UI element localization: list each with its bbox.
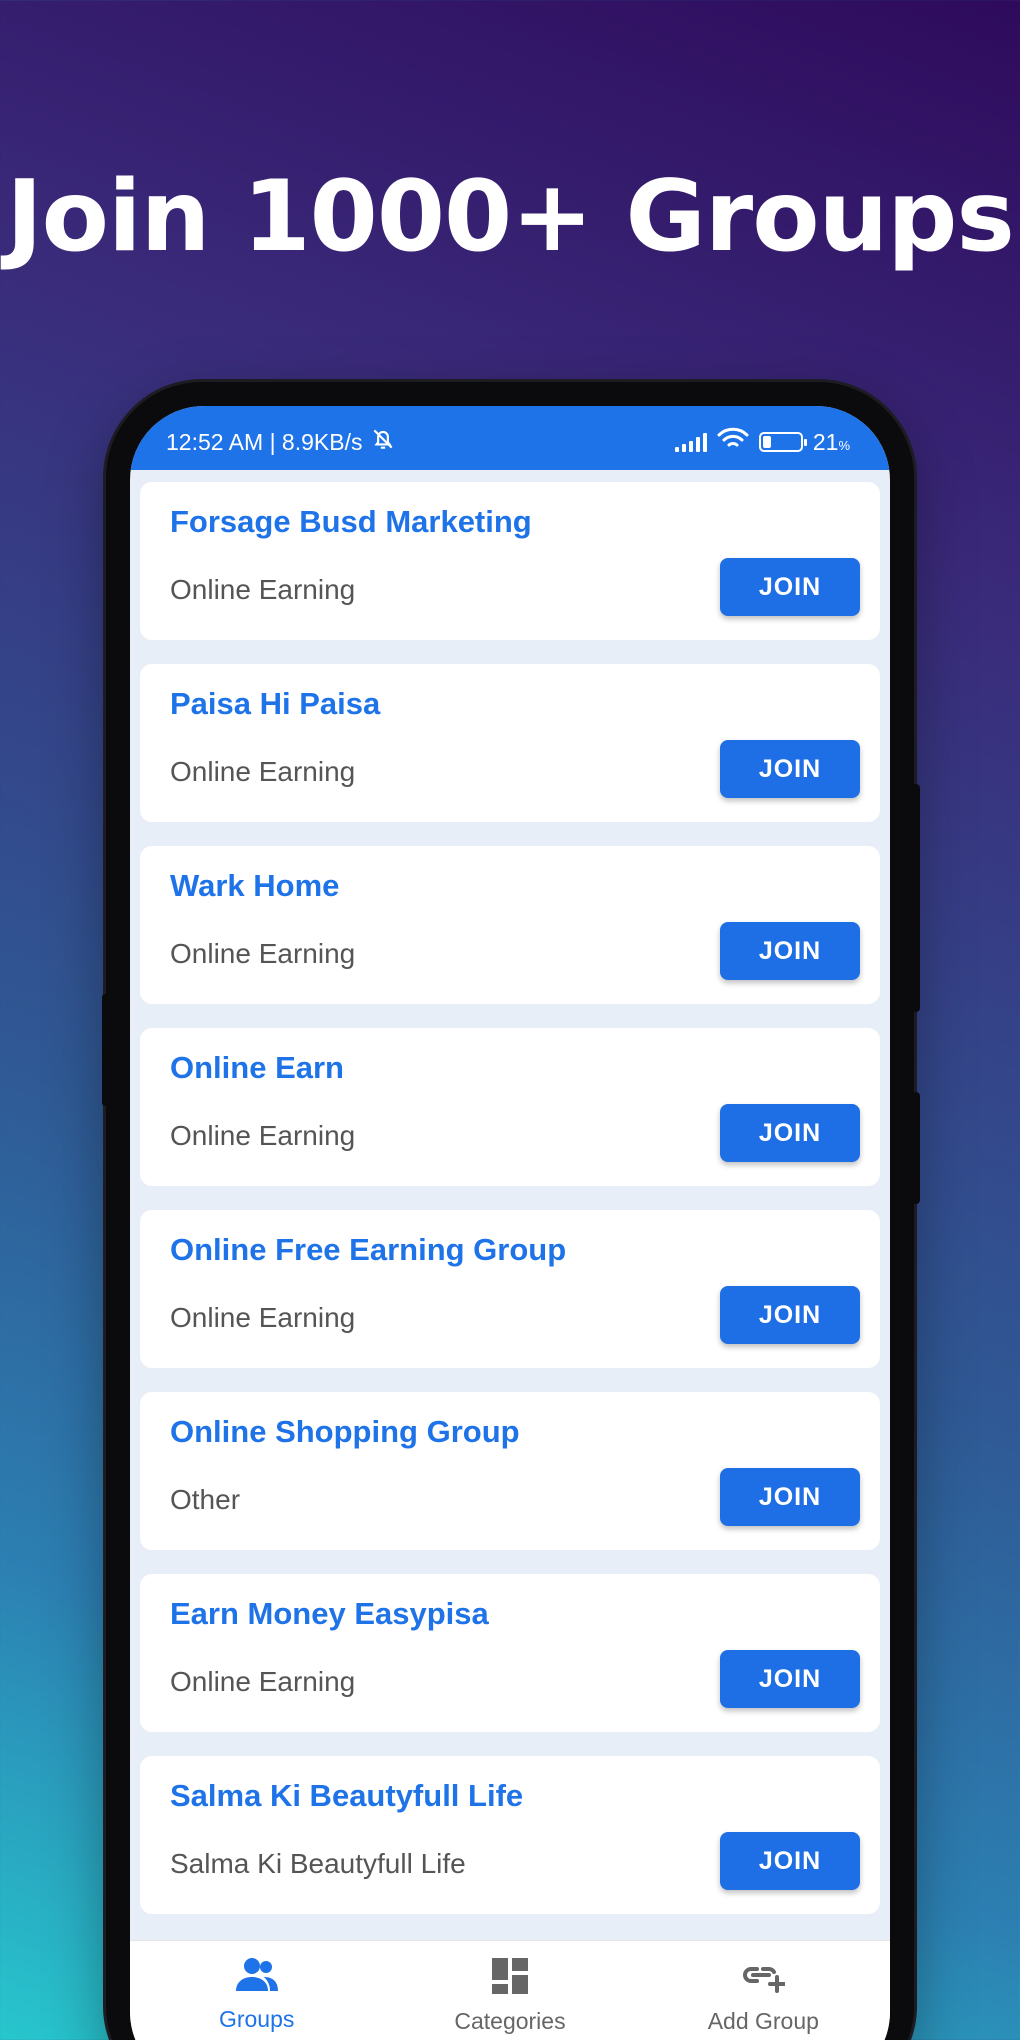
group-category: Other — [170, 1484, 241, 1515]
group-title: Forsage Busd Marketing — [170, 504, 532, 539]
group-title: Online Shopping Group — [170, 1414, 520, 1449]
group-title: Paisa Hi Paisa — [170, 686, 381, 721]
group-card[interactable]: Earn Money Easypisa Online Earning JOIN — [140, 1574, 880, 1732]
group-card[interactable]: Online Shopping Group Other JOIN — [140, 1392, 880, 1550]
group-category: Salma Ki Beautyfull Life — [170, 1848, 466, 1879]
group-card[interactable]: Salma Ki Beautyfull Life Salma Ki Beautyf… — [140, 1756, 880, 1914]
group-card[interactable]: Online Free Earning Group Online Earning J… — [140, 1210, 880, 1368]
group-card[interactable]: Paisa Hi Paisa Online Earning JOIN — [140, 664, 880, 822]
phone-volume-up — [912, 784, 920, 1012]
group-category: Online Earning — [170, 1120, 356, 1151]
group-category: Online Earning — [170, 756, 356, 787]
status-bar: 12:52 AM | 8.9KB/s 21% — [130, 406, 890, 470]
nav-label: Groups — [218, 2006, 295, 2032]
join-button[interactable]: JOIN — [720, 1104, 860, 1162]
phone-side-button — [102, 994, 108, 1106]
group-title: Online Free Earning Group — [170, 1232, 567, 1267]
nav-label: Add Group — [707, 2008, 819, 2034]
battery-percent: 21% — [812, 428, 850, 455]
join-button[interactable]: JOIN — [720, 1832, 860, 1890]
group-title: Wark Home — [170, 868, 340, 903]
join-button[interactable]: JOIN — [720, 558, 860, 616]
nav-categories[interactable]: Categories — [410, 1957, 610, 2035]
promo-headline: Join 1000+ Groups — [6, 160, 1015, 274]
join-button[interactable]: JOIN — [720, 740, 860, 798]
signal-icon — [674, 432, 707, 452]
nav-add-group[interactable]: Add Group — [663, 1957, 863, 2035]
group-list: Forsage Busd Marketing Online Earning JOIN… — [130, 470, 890, 1914]
group-title: Earn Money Easypisa — [170, 1596, 489, 1631]
join-button[interactable]: JOIN — [720, 1650, 860, 1708]
status-time-speed: 12:52 AM | 8.9KB/s — [166, 428, 363, 455]
group-category: Online Earning — [170, 938, 356, 969]
bottom-navigation: Groups Categories Add Group — [130, 1940, 890, 2040]
join-button[interactable]: JOIN — [720, 1468, 860, 1526]
nav-groups[interactable]: Groups — [157, 1957, 357, 2033]
group-card[interactable]: Online Earn Online Earning JOIN — [140, 1028, 880, 1186]
categories-icon — [491, 1957, 529, 2000]
group-category: Online Earning — [170, 574, 356, 605]
group-card[interactable]: Wark Home Online Earning JOIN — [140, 846, 880, 1004]
add-group-icon — [741, 1957, 787, 2000]
phone-volume-down — [912, 1092, 920, 1204]
group-title: Online Earn — [170, 1050, 344, 1085]
groups-icon — [234, 1957, 280, 1998]
wifi-icon — [717, 427, 749, 457]
group-category: Online Earning — [170, 1666, 356, 1697]
battery-icon — [758, 432, 807, 452]
bell-off-icon — [370, 426, 396, 458]
group-title: Salma Ki Beautyfull Life — [170, 1778, 524, 1813]
join-button[interactable]: JOIN — [720, 1286, 860, 1344]
app-screen: 12:52 AM | 8.9KB/s 21% Forsage Busd Mark… — [130, 406, 890, 2040]
group-category: Online Earning — [170, 1302, 356, 1333]
join-button[interactable]: JOIN — [720, 922, 860, 980]
nav-label: Categories — [454, 2008, 566, 2034]
group-card[interactable]: Forsage Busd Marketing Online Earning JOIN — [140, 482, 880, 640]
phone-frame: 12:52 AM | 8.9KB/s 21% Forsage Busd Mark… — [102, 382, 920, 2040]
